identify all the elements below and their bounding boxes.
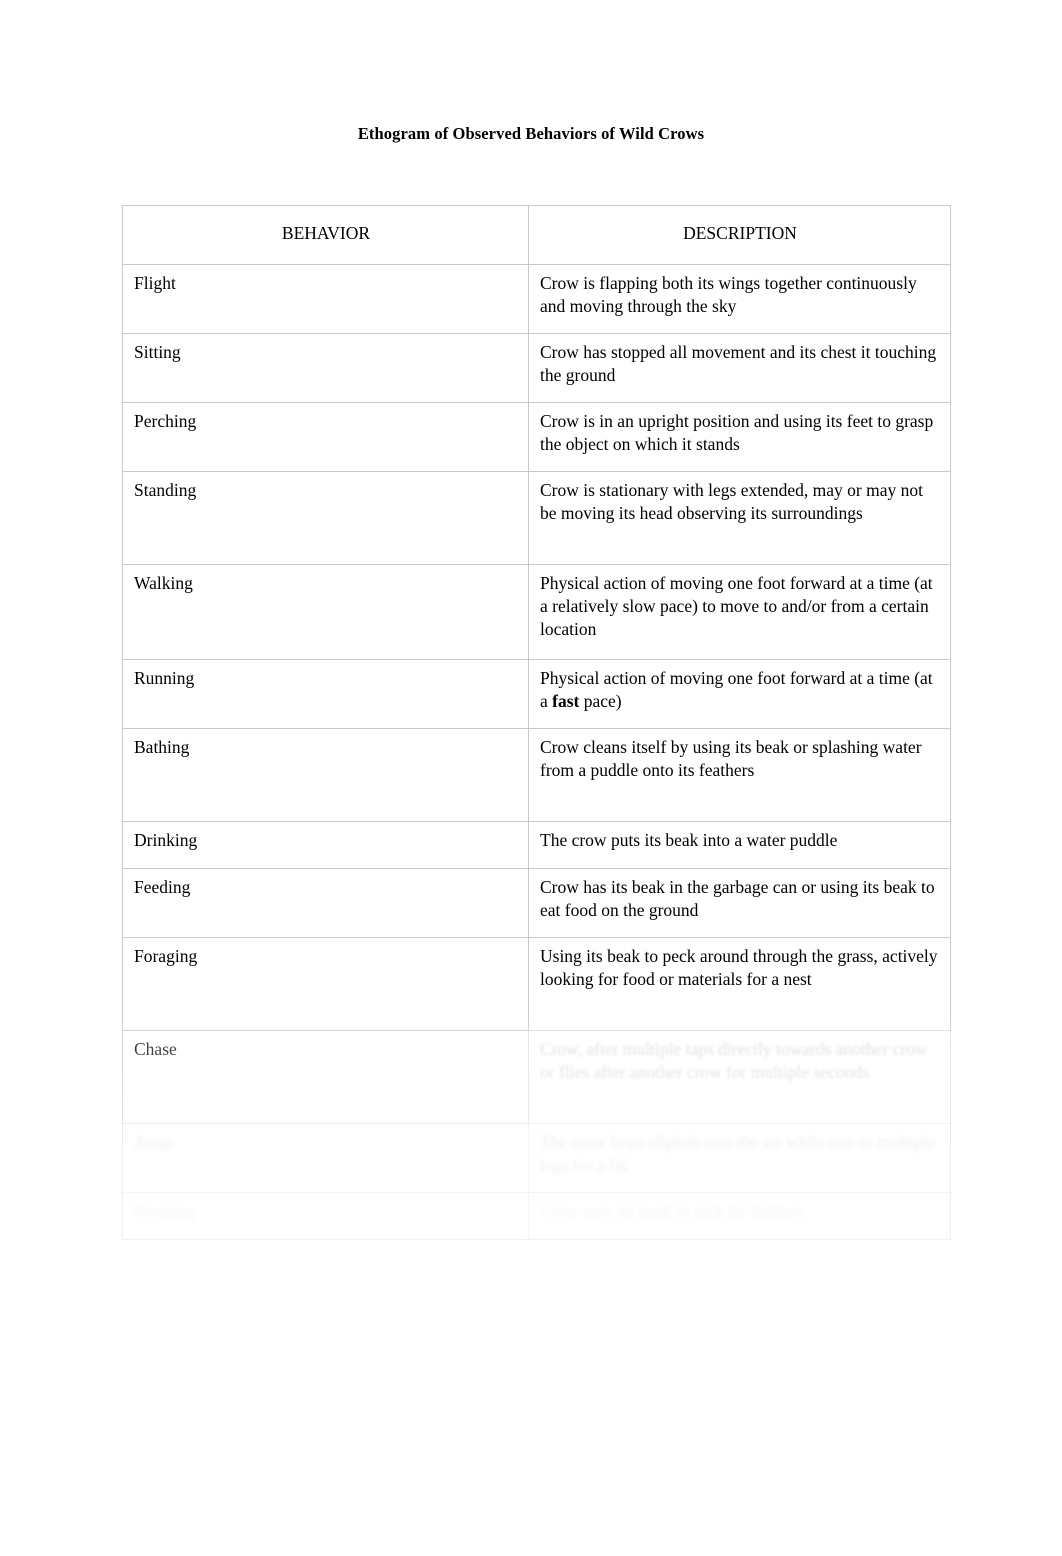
behavior-description: Crow is stationary with legs extended, m… [528,471,951,565]
table-row: Preening Crow uses its beak to pick its … [122,1192,951,1240]
table-row: Running Physical action of moving one fo… [122,659,951,729]
table-row: Standing Crow is stationary with legs ex… [122,471,951,565]
table-row: Jump The crow hops slightly into the air… [122,1123,951,1193]
table-row: Flight Crow is flapping both its wings t… [122,264,951,334]
behavior-description: Crow uses its beak to pick its feathers [528,1192,951,1240]
behavior-name: Chase [122,1030,529,1124]
column-header-behavior: BEHAVIOR [122,205,529,265]
behavior-name: Sitting [122,333,529,403]
table-row: Feeding Crow has its beak in the garbage… [122,868,951,938]
behavior-name: Standing [122,471,529,565]
behavior-name: Feeding [122,868,529,938]
behavior-description: Crow is in an upright position and using… [528,402,951,472]
table-row: Sitting Crow has stopped all movement an… [122,333,951,403]
behavior-description: The crow hops slightly into the air whil… [528,1123,951,1193]
behavior-name: Drinking [122,821,529,869]
behavior-name: Preening [122,1192,529,1240]
behavior-name: Perching [122,402,529,472]
behavior-name: Flight [122,264,529,334]
table-row: Bathing Crow cleans itself by using its … [122,728,951,822]
behavior-description: Crow is flapping both its wings together… [528,264,951,334]
table-row: Chase Crow, after multiple taps directly… [122,1030,951,1124]
table-row: Foraging Using its beak to peck around t… [122,937,951,1031]
behavior-description: The crow puts its beak into a water pudd… [528,821,951,869]
document-page: Ethogram of Observed Behaviors of Wild C… [0,0,1062,1556]
description-text-part: pace) [579,691,622,712]
behavior-name: Bathing [122,728,529,822]
behavior-description: Crow has stopped all movement and its ch… [528,333,951,403]
table-header-row: BEHAVIOR DESCRIPTION [122,205,951,265]
ethogram-table-continued: Running Physical action of moving one fo… [122,659,951,1240]
ethogram-table: BEHAVIOR DESCRIPTION Flight Crow is flap… [122,205,951,681]
table-row: Drinking The crow puts its beak into a w… [122,821,951,869]
page-title: Ethogram of Observed Behaviors of Wild C… [357,124,705,143]
ethogram-table-block-1: BEHAVIOR DESCRIPTION Flight Crow is flap… [122,205,951,681]
description-emphasis: fast [552,691,580,712]
behavior-description: Crow has its beak in the garbage can or … [528,868,951,938]
behavior-description: Crow cleans itself by using its beak or … [528,728,951,822]
table-row: Perching Crow is in an upright position … [122,402,951,472]
behavior-name: Jump [122,1123,529,1193]
behavior-description: Physical action of moving one foot forwa… [528,659,951,729]
behavior-name: Foraging [122,937,529,1031]
behavior-name: Running [122,659,529,729]
behavior-description: Crow, after multiple taps directly towar… [528,1030,951,1124]
column-header-description: DESCRIPTION [528,205,951,265]
behavior-description: Using its beak to peck around through th… [528,937,951,1031]
ethogram-table-block-2: Running Physical action of moving one fo… [122,659,951,1240]
